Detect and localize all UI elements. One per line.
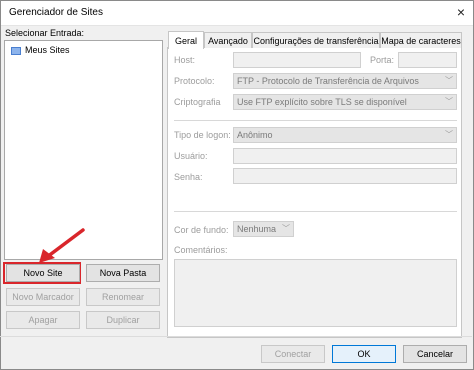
cancel-button[interactable]: Cancelar — [403, 345, 467, 363]
folder-icon — [11, 46, 21, 55]
encryption-value: Use FTP explícito sobre TLS se disponíve… — [237, 97, 407, 107]
bg-color-select[interactable]: Nenhuma ﹀ — [233, 221, 294, 237]
new-folder-button[interactable]: Nova Pasta — [86, 264, 160, 282]
encryption-label: Criptografia — [174, 97, 221, 107]
host-input[interactable] — [233, 52, 361, 68]
annotation-arrow-icon — [39, 228, 85, 263]
logon-type-select[interactable]: Anônimo ﹀ — [233, 127, 457, 143]
bg-color-value: Nenhuma — [237, 224, 277, 234]
password-label: Senha: — [174, 172, 203, 182]
chevron-down-icon: ﹀ — [282, 224, 290, 233]
chevron-down-icon: ﹀ — [445, 130, 453, 139]
chevron-down-icon: ﹀ — [445, 76, 453, 85]
tab-general[interactable]: Geral — [168, 31, 204, 49]
window-title: Gerenciador de Sites — [9, 7, 103, 18]
tab-charset[interactable]: Mapa de caracteres — [380, 32, 462, 48]
divider — [174, 211, 457, 212]
tab-transfer-settings[interactable]: Configurações de transferência — [252, 32, 380, 48]
comments-label: Comentários: — [174, 245, 228, 255]
chevron-down-icon: ﹀ — [445, 97, 453, 106]
tab-advanced[interactable]: Avançado — [204, 32, 252, 48]
encryption-select[interactable]: Use FTP explícito sobre TLS se disponíve… — [233, 94, 457, 110]
ok-button[interactable]: OK — [332, 345, 396, 363]
new-bookmark-button[interactable]: Novo Marcador — [6, 288, 80, 306]
logon-type-label: Tipo de logon: — [174, 130, 231, 140]
new-site-button[interactable]: Novo Site — [6, 264, 80, 282]
title-bar: Gerenciador de Sites × — [1, 1, 473, 26]
user-input[interactable] — [233, 148, 457, 164]
duplicate-button[interactable]: Duplicar — [86, 311, 160, 329]
protocol-label: Protocolo: — [174, 76, 215, 86]
logon-type-value: Anônimo — [237, 130, 273, 140]
divider — [174, 120, 457, 121]
port-input[interactable] — [398, 52, 457, 68]
host-label: Host: — [174, 55, 196, 65]
tree-item-label: Meus Sites — [25, 45, 70, 55]
rename-button[interactable]: Renomear — [86, 288, 160, 306]
close-icon[interactable]: × — [457, 4, 465, 20]
comments-textarea[interactable] — [174, 259, 457, 327]
delete-button[interactable]: Apagar — [6, 311, 80, 329]
footer-divider — [0, 336, 472, 337]
user-label: Usuário: — [174, 151, 208, 161]
protocol-value: FTP - Protocolo de Transferência de Arqu… — [237, 76, 419, 86]
bg-color-label: Cor de fundo: — [174, 225, 229, 235]
port-label: Porta: — [370, 55, 395, 65]
tree-item-meus-sites[interactable]: Meus Sites — [11, 45, 70, 55]
select-entry-label: Selecionar Entrada: — [5, 28, 85, 38]
connect-button[interactable]: Conectar — [261, 345, 325, 363]
password-input[interactable] — [233, 168, 457, 184]
protocol-select[interactable]: FTP - Protocolo de Transferência de Arqu… — [233, 73, 457, 89]
